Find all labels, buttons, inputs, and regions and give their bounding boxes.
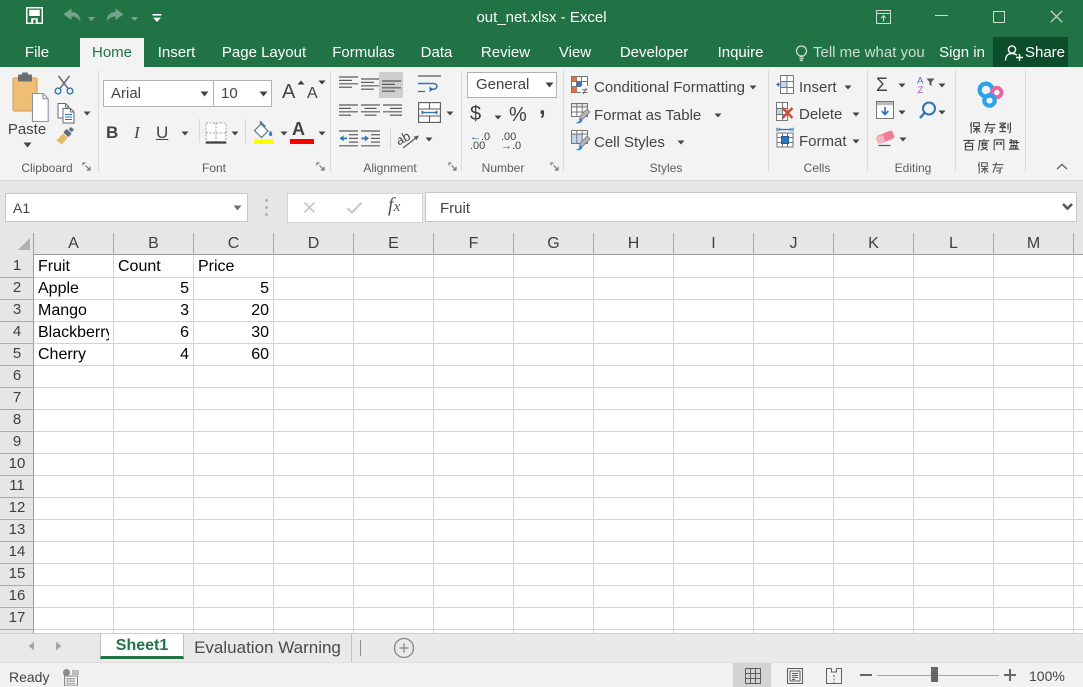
svg-text:≠: ≠: [582, 87, 588, 96]
svg-text:Z: Z: [918, 85, 924, 94]
svg-text:ab: ab: [398, 128, 413, 148]
